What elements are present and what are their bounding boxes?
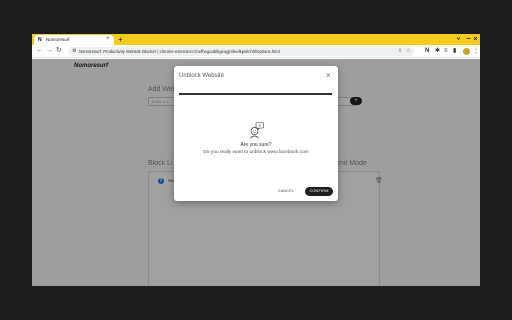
bookmark-star-icon[interactable]: ☆: [406, 48, 410, 55]
confirm-question: Are you sure?: [240, 142, 272, 148]
address-bar[interactable]: ⚙ Nomoresurf: Productivity Website Block…: [68, 47, 414, 56]
cancel-button[interactable]: CANCEL: [274, 187, 298, 195]
confused-person-icon: ?: [250, 122, 264, 139]
reading-list-icon[interactable]: ≡: [444, 47, 448, 55]
side-panel-icon[interactable]: ▮: [453, 47, 456, 55]
tab-title: Nomoresurf: [46, 37, 70, 42]
browser-menu-icon[interactable]: ⋮: [473, 47, 479, 55]
profile-avatar[interactable]: [463, 47, 470, 55]
reload-button[interactable]: ↻: [56, 47, 62, 55]
extensions-puzzle-icon[interactable]: ✱: [435, 47, 440, 55]
forward-button[interactable]: →: [46, 47, 53, 55]
browser-toolbar: ← → ↻ ⚙ Nomoresurf: Productivity Website…: [32, 45, 480, 58]
dialog-title: Unblock Website: [179, 73, 224, 79]
unblock-dialog: Unblock Website × ? Are you sure? Do you…: [174, 66, 338, 201]
tab-strip: N Nomoresurf × +: [32, 34, 480, 45]
dialog-divider: [179, 93, 332, 95]
chevron-down-icon[interactable]: [456, 36, 461, 41]
new-tab-button[interactable]: +: [118, 35, 123, 44]
tab-close-icon[interactable]: ×: [106, 36, 110, 43]
back-button[interactable]: ←: [36, 47, 43, 55]
close-icon[interactable]: ×: [326, 71, 331, 80]
tab-nomoresurf[interactable]: N Nomoresurf ×: [34, 35, 114, 45]
address-url: Nomoresurf: Productivity Website Blocker…: [79, 48, 280, 54]
nomoresurf-favicon-icon: N: [38, 37, 42, 43]
confirm-button[interactable]: CONFIRM: [305, 187, 333, 196]
close-window-icon[interactable]: [473, 36, 478, 41]
share-icon[interactable]: ⇪: [398, 48, 402, 55]
confirm-message: Do you really want to unblock www.facebo…: [203, 150, 309, 155]
minimize-icon[interactable]: [466, 36, 471, 41]
nomoresurf-extension-icon[interactable]: N: [425, 47, 429, 55]
site-info-icon[interactable]: ⚙: [72, 48, 76, 55]
